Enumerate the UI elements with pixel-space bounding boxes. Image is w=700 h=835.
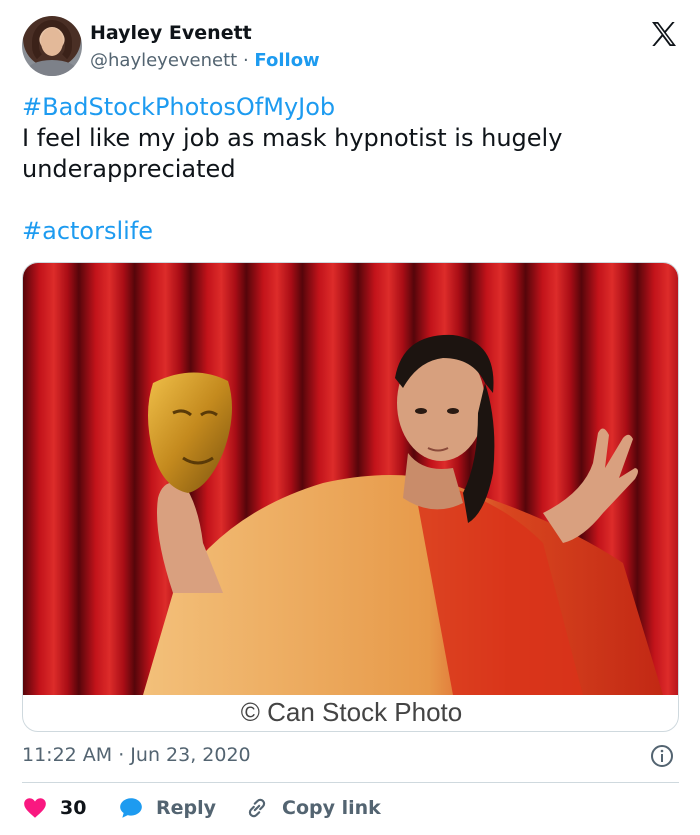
actions-divider	[22, 782, 679, 783]
reply-label: Reply	[156, 797, 217, 819]
author-handle[interactable]: @hayleyevenett	[90, 50, 237, 71]
tweet-text: #BadStockPhotosOfMyJob I feel like my jo…	[22, 92, 672, 247]
link-icon	[248, 798, 266, 818]
tweet-timestamp[interactable]: 11:22 AM · Jun 23, 2020	[22, 744, 251, 766]
handle-separator: ·	[242, 50, 249, 71]
tweet-actions: 30 Reply Copy link	[22, 792, 682, 824]
heart-icon	[24, 798, 46, 818]
reply-button[interactable]: Reply	[118, 792, 216, 824]
hashtag-actorslife[interactable]: #actorslife	[22, 216, 672, 247]
photo-watermark: © Can Stock Photo	[240, 697, 463, 727]
tweet-media[interactable]: © Can Stock Photo	[22, 262, 679, 732]
x-logo-icon[interactable]	[648, 18, 680, 50]
reply-bubble-icon	[120, 798, 142, 818]
stock-photo[interactable]	[23, 263, 679, 695]
avatar-face	[41, 28, 63, 56]
tweet-header: Hayley Evenett @hayleyevenett · Follow	[22, 16, 682, 80]
copy-link-label: Copy link	[282, 797, 381, 819]
tweet-text-line-2: underappreciated	[22, 155, 236, 183]
copy-link-button[interactable]: Copy link	[244, 792, 381, 824]
info-icon[interactable]	[650, 744, 674, 768]
avatar[interactable]	[22, 16, 82, 76]
tweet-text-line-1: I feel like my job as mask hypnotist is …	[22, 124, 563, 152]
author-handle-row: @hayleyevenett · Follow	[90, 50, 320, 71]
follow-button[interactable]: Follow	[254, 50, 319, 71]
hashtag-badstockphotos[interactable]: #BadStockPhotosOfMyJob	[22, 92, 672, 123]
like-button[interactable]: 30	[22, 792, 86, 824]
text-spacer	[22, 185, 672, 216]
author-name[interactable]: Hayley Evenett	[90, 22, 252, 44]
like-count: 30	[60, 797, 87, 819]
